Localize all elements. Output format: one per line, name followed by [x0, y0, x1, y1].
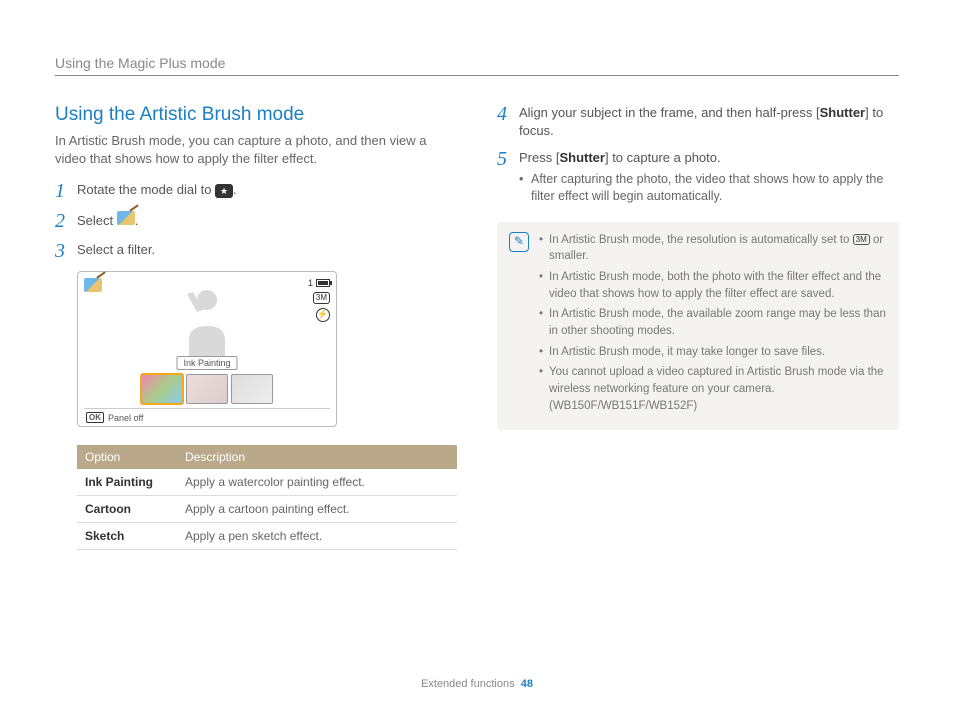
step-2-pre: Select: [77, 213, 117, 228]
th-option: Option: [77, 445, 177, 469]
step-2-post: .: [135, 213, 139, 228]
palette-icon: [84, 278, 102, 292]
content-columns: Using the Artistic Brush mode In Artisti…: [55, 104, 899, 550]
step-2: 2 Select .: [55, 211, 457, 231]
filter-label: Ink Painting: [176, 356, 237, 370]
footer-section: Extended functions: [421, 678, 515, 690]
option-name: Cartoon: [77, 496, 177, 523]
step-text: Press [Shutter] to capture a photo. Afte…: [519, 149, 899, 206]
step-4: 4 Align your subject in the frame, and t…: [497, 104, 899, 139]
shutter-label: Shutter: [820, 105, 866, 120]
step-5-sub-bullet: After capturing the photo, the video tha…: [519, 171, 899, 206]
step-number: 3: [55, 241, 77, 261]
step-5: 5 Press [Shutter] to capture a photo. Af…: [497, 149, 899, 206]
option-desc: Apply a watercolor painting effect.: [177, 469, 457, 496]
filter-options-table: Option Description Ink Painting Apply a …: [77, 445, 457, 550]
step-text: Select a filter.: [77, 241, 457, 259]
shutter-label: Shutter: [559, 150, 605, 165]
step-3: 3 Select a filter.: [55, 241, 457, 261]
step-5-post: ] to capture a photo.: [605, 150, 721, 165]
note-item: In Artistic Brush mode, the available zo…: [539, 306, 887, 339]
option-desc: Apply a pen sketch effect.: [177, 523, 457, 550]
screen-status-stack: 1 3M ⚡: [308, 278, 330, 322]
option-name: Ink Painting: [77, 469, 177, 496]
page-header: Using the Magic Plus mode: [55, 55, 899, 76]
page-footer: Extended functions 48: [0, 678, 954, 690]
note-box: ✎ In Artistic Brush mode, the resolution…: [497, 222, 899, 431]
step-1-post: .: [233, 182, 237, 197]
step-number: 2: [55, 211, 77, 231]
page-number: 48: [521, 678, 533, 690]
ok-button-icon: OK: [86, 412, 104, 423]
step-1-pre: Rotate the mode dial to: [77, 182, 215, 197]
step-5-pre: Press [: [519, 150, 559, 165]
mode-dial-star-icon: ★: [215, 184, 233, 198]
note-1-pre: In Artistic Brush mode, the resolution i…: [549, 234, 853, 246]
left-column: Using the Artistic Brush mode In Artisti…: [55, 104, 457, 550]
step-1: 1 Rotate the mode dial to ★.: [55, 181, 457, 201]
step-4-pre: Align your subject in the frame, and the…: [519, 105, 820, 120]
note-list: In Artistic Brush mode, the resolution i…: [539, 232, 887, 419]
section-intro: In Artistic Brush mode, you can capture …: [55, 132, 457, 167]
table-row: Sketch Apply a pen sketch effect.: [77, 523, 457, 550]
section-title: Using the Artistic Brush mode: [55, 104, 457, 126]
screen-footer: OK Panel off: [84, 408, 330, 424]
note-item: In Artistic Brush mode, the resolution i…: [539, 232, 887, 265]
thumb-sketch: [231, 374, 273, 404]
thumb-cartoon: [186, 374, 228, 404]
counter-value: 1: [308, 278, 313, 288]
battery-icon: [316, 279, 330, 287]
thumb-ink-painting: [141, 374, 183, 404]
resolution-badge: 3M: [313, 292, 330, 304]
option-desc: Apply a cartoon painting effect.: [177, 496, 457, 523]
table-row: Ink Painting Apply a watercolor painting…: [77, 469, 457, 496]
note-icon: ✎: [509, 232, 529, 252]
camera-screen-preview: 1 3M ⚡ Ink Painting OK Panel off: [77, 271, 337, 427]
th-description: Description: [177, 445, 457, 469]
option-name: Sketch: [77, 523, 177, 550]
table-row: Cartoon Apply a cartoon painting effect.: [77, 496, 457, 523]
step-text: Select .: [77, 211, 457, 230]
filter-thumbnails: [84, 374, 330, 404]
flash-icon: ⚡: [316, 308, 330, 322]
screen-footer-text: Panel off: [108, 413, 143, 423]
step-number: 5: [497, 149, 519, 169]
artistic-brush-icon: [117, 211, 135, 225]
step-number: 1: [55, 181, 77, 201]
note-item: In Artistic Brush mode, both the photo w…: [539, 269, 887, 302]
table-header-row: Option Description: [77, 445, 457, 469]
note-item: You cannot upload a video captured in Ar…: [539, 364, 887, 414]
step-number: 4: [497, 104, 519, 124]
resolution-badge-icon: 3M: [853, 234, 870, 246]
step-text: Align your subject in the frame, and the…: [519, 104, 899, 139]
note-item: In Artistic Brush mode, it may take long…: [539, 344, 887, 361]
right-column: 4 Align your subject in the frame, and t…: [497, 104, 899, 550]
step-text: Rotate the mode dial to ★.: [77, 181, 457, 199]
screen-top-area: 1 3M ⚡ Ink Painting: [84, 278, 330, 370]
